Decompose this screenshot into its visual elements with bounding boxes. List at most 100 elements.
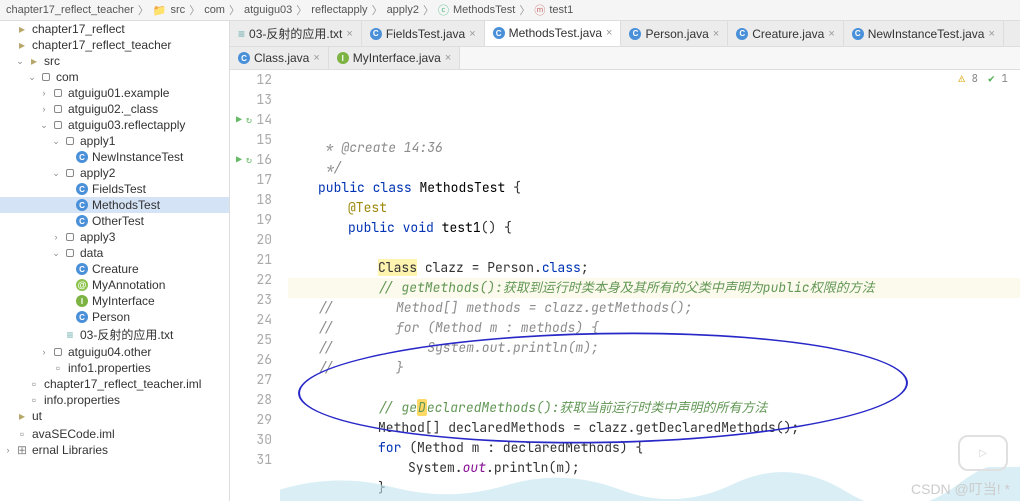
code-line-21[interactable]: // for (Method m : methods) { (288, 318, 1020, 338)
code-area[interactable]: * @create 14:36 */public class MethodsTe… (280, 70, 1020, 501)
code-line-27[interactable]: for (Method m : declaredMethods) { (288, 438, 1020, 458)
tree-item[interactable]: CCreature (0, 261, 229, 277)
tree-item[interactable]: ▫info.properties (0, 392, 229, 408)
close-icon[interactable]: × (988, 28, 994, 40)
tree-label: ut (32, 409, 42, 423)
code-line-25[interactable]: // geDeclaredMethods():获取当前运行时类中声明的所有方法 (288, 398, 1020, 418)
tree-icon (62, 169, 78, 177)
tree-item[interactable]: ▸chapter17_reflect_teacher (0, 37, 229, 53)
tab-label: Creature.java (752, 27, 824, 41)
tree-item[interactable]: ≡03-反射的应用.txt (0, 325, 229, 344)
close-icon[interactable]: × (828, 28, 834, 40)
tree-item[interactable]: @MyAnnotation (0, 277, 229, 293)
code-line-23[interactable]: // } (288, 358, 1020, 378)
tab-label: Class.java (254, 51, 309, 65)
code-line-20[interactable]: // Method[] methods = clazz.getMethods()… (288, 298, 1020, 318)
code-line-13[interactable]: */ (288, 158, 1020, 178)
tree-item[interactable]: ▫info1.properties (0, 360, 229, 376)
tree-icon: C (74, 311, 90, 323)
code-line-28[interactable]: System.out.println(m); (288, 458, 1020, 478)
code-line-19[interactable]: // getMethods():获取到运行时类本身及其所有的父类中声明为publ… (288, 278, 1020, 298)
crumb-1[interactable]: src (171, 4, 186, 16)
editor-tab[interactable]: CPerson.java× (621, 21, 728, 46)
close-icon[interactable]: × (469, 28, 475, 40)
crumb-5[interactable]: apply2 (387, 4, 419, 16)
tree-label: chapter17_reflect_teacher.iml (44, 377, 201, 391)
class-icon: C (629, 28, 641, 40)
video-play-widget[interactable]: ▷ (958, 435, 1008, 471)
tree-label: atguigu02._class (68, 102, 158, 116)
close-icon[interactable]: × (606, 27, 612, 39)
code-line-26[interactable]: Method[] declaredMethods = clazz.getDecl… (288, 418, 1020, 438)
tree-item[interactable]: ⌄▸src (0, 53, 229, 69)
tree-label: apply3 (80, 230, 115, 244)
tree-label: atguigu04.other (68, 345, 151, 359)
tree-item[interactable]: ›⊞ernal Libraries (0, 442, 229, 458)
tree-icon: ▸ (14, 38, 30, 52)
code-line-17[interactable] (288, 238, 1020, 258)
crumb-6[interactable]: MethodsTest (453, 4, 515, 16)
crumb-4[interactable]: reflectapply (311, 4, 367, 16)
tree-item[interactable]: CPerson (0, 309, 229, 325)
tree-item[interactable]: ›atguigu02._class (0, 101, 229, 117)
tree-icon: ▫ (26, 377, 42, 391)
tree-label: NewInstanceTest (92, 150, 183, 164)
tree-icon: C (74, 263, 90, 275)
editor-tab[interactable]: CCreature.java× (728, 21, 843, 46)
tree-item[interactable]: CMethodsTest (0, 197, 229, 213)
editor-tab[interactable]: C Class.java × (230, 47, 329, 69)
line-gutter[interactable]: 1213▶↻1415▶↻1617181920212223242526272829… (230, 70, 280, 501)
tree-label: 03-反射的应用.txt (80, 326, 173, 343)
tree-item[interactable]: ▫chapter17_reflect_teacher.iml (0, 376, 229, 392)
run-gutter-icon[interactable]: ▶ (236, 150, 242, 170)
tree-item[interactable]: ⌄com (0, 69, 229, 85)
tree-label: info1.properties (68, 361, 151, 375)
editor-tab[interactable]: ≡03-反射的应用.txt× (230, 21, 362, 46)
close-icon[interactable]: × (346, 28, 352, 40)
crumb-0[interactable]: chapter17_reflect_teacher (6, 4, 134, 16)
crumb-7[interactable]: test1 (549, 4, 573, 16)
tree-item[interactable]: CFieldsTest (0, 181, 229, 197)
tree-item[interactable]: ▫avaSECode.iml (0, 426, 229, 442)
tree-item[interactable]: CNewInstanceTest (0, 149, 229, 165)
code-line-24[interactable] (288, 378, 1020, 398)
code-editor[interactable]: ⚠ 8 ✔ 1 1213▶↻1415▶↻16171819202122232425… (230, 70, 1020, 501)
tree-item[interactable]: ›atguigu01.example (0, 85, 229, 101)
code-line-16[interactable]: public void test1() { (288, 218, 1020, 238)
tree-icon: C (74, 151, 90, 163)
tree-label: MethodsTest (92, 198, 160, 212)
code-line-22[interactable]: // System.out.println(m); (288, 338, 1020, 358)
tree-icon: ▫ (50, 361, 66, 375)
tree-item[interactable]: ›atguigu04.other (0, 344, 229, 360)
tree-item[interactable]: ▸ut (0, 408, 229, 424)
tree-item[interactable]: ⌄data (0, 245, 229, 261)
tree-label: FieldsTest (92, 182, 146, 196)
editor-tab[interactable]: CFieldsTest.java× (362, 21, 485, 46)
code-line-14[interactable]: public class MethodsTest { (288, 178, 1020, 198)
tree-item[interactable]: ›apply3 (0, 229, 229, 245)
crumb-3[interactable]: atguigu03 (244, 4, 292, 16)
class-icon: C (852, 28, 864, 40)
close-icon[interactable]: × (713, 28, 719, 40)
tree-item[interactable]: ▸chapter17_reflect (0, 21, 229, 37)
crumb-2[interactable]: com (204, 4, 225, 16)
close-icon[interactable]: × (445, 52, 451, 64)
code-line-18[interactable]: Class clazz = Person.class; (288, 258, 1020, 278)
tree-item[interactable]: IMyInterface (0, 293, 229, 309)
class-icon: C (370, 28, 382, 40)
project-tree[interactable]: ▸chapter17_reflect▸chapter17_reflect_tea… (0, 21, 230, 501)
class-icon: C (238, 52, 250, 64)
tree-item[interactable]: COtherTest (0, 213, 229, 229)
tree-item[interactable]: ⌄atguigu03.reflectapply (0, 117, 229, 133)
code-line-12[interactable]: * @create 14:36 (288, 138, 1020, 158)
breadcrumb: chapter17_reflect_teacher〉 📁src〉 com〉 at… (0, 0, 1020, 21)
editor-tab[interactable]: CNewInstanceTest.java× (844, 21, 1004, 46)
run-gutter-icon[interactable]: ▶ (236, 110, 242, 130)
close-icon[interactable]: × (313, 52, 319, 64)
tree-item[interactable]: ⌄apply1 (0, 133, 229, 149)
editor-tab[interactable]: IMyInterface.java× (329, 47, 460, 69)
editor-tab[interactable]: CMethodsTest.java× (485, 21, 622, 47)
tree-item[interactable]: ⌄apply2 (0, 165, 229, 181)
tree-icon: ▸ (26, 54, 42, 68)
code-line-15[interactable]: @Test (288, 198, 1020, 218)
